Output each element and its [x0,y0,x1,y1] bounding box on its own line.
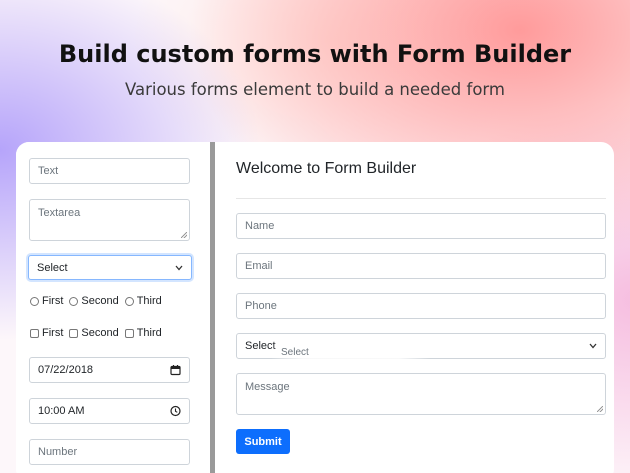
radio-group: First Second Third [30,295,168,307]
checkbox-label: Third [136,327,162,339]
submit-button[interactable]: Submit [236,429,290,454]
message-placeholder: Message [245,381,290,393]
resize-grip-icon[interactable] [597,406,603,412]
dragging-label: Select [281,347,309,358]
chevron-down-icon [175,265,183,271]
select-value: Select [37,261,68,274]
date-value: 07/22/2018 [38,364,94,376]
checkbox-box[interactable] [30,328,39,338]
checkbox-option-third[interactable]: Third [124,327,162,339]
form-preview: Welcome to Form Builder Name Email Phone… [215,142,614,473]
title-divider [236,198,606,199]
date-input[interactable]: 07/22/2018 [29,357,190,383]
checkbox-group: First Second Third [30,327,168,339]
text-input[interactable]: Text [29,158,190,184]
checkbox-label: First [42,327,64,339]
radio-option-first[interactable]: First [30,295,63,307]
radio-option-second[interactable]: Second [69,295,119,307]
select-input[interactable]: Select [28,255,192,280]
email-field[interactable]: Email [236,253,606,279]
name-placeholder: Name [245,220,275,232]
textarea-input[interactable]: Textarea [29,199,190,241]
resize-grip-icon[interactable] [181,232,187,238]
phone-placeholder: Phone [245,300,277,312]
dragging-select-ghost[interactable]: Select [271,341,431,363]
checkbox-option-first[interactable]: First [30,327,63,339]
name-field[interactable]: Name [236,213,606,239]
message-field[interactable]: Message [236,373,606,415]
checkbox-option-second[interactable]: Second [69,327,119,339]
number-placeholder: Number [38,446,78,458]
textarea-placeholder: Textarea [38,207,81,219]
radio-label: Third [136,295,162,307]
radio-circle[interactable] [124,296,134,306]
calendar-icon[interactable] [170,365,181,376]
radio-option-third[interactable]: Third [124,295,162,307]
radio-circle[interactable] [69,296,79,306]
checkbox-box[interactable] [69,328,79,338]
text-input-placeholder: Text [38,165,59,177]
hero-title: Build custom forms with Form Builder [58,40,572,68]
form-title: Welcome to Form Builder [236,160,417,177]
radio-circle[interactable] [30,296,39,306]
time-value: 10:00 AM [38,405,85,417]
email-placeholder: Email [245,260,273,272]
chevron-down-icon [589,343,597,349]
form-builder-card: Text Textarea Select First Second Third … [16,142,614,473]
hero-subtitle: Various forms element to build a needed … [124,80,506,99]
radio-label: Second [81,295,119,307]
checkbox-label: Second [81,327,119,339]
element-palette: Text Textarea Select First Second Third … [16,142,210,473]
time-input[interactable]: 10:00 AM [29,398,190,424]
checkbox-box[interactable] [124,328,134,338]
phone-field[interactable]: Phone [236,293,606,319]
clock-icon[interactable] [170,405,181,417]
number-input[interactable]: Number [29,439,190,465]
radio-label: First [42,295,64,307]
